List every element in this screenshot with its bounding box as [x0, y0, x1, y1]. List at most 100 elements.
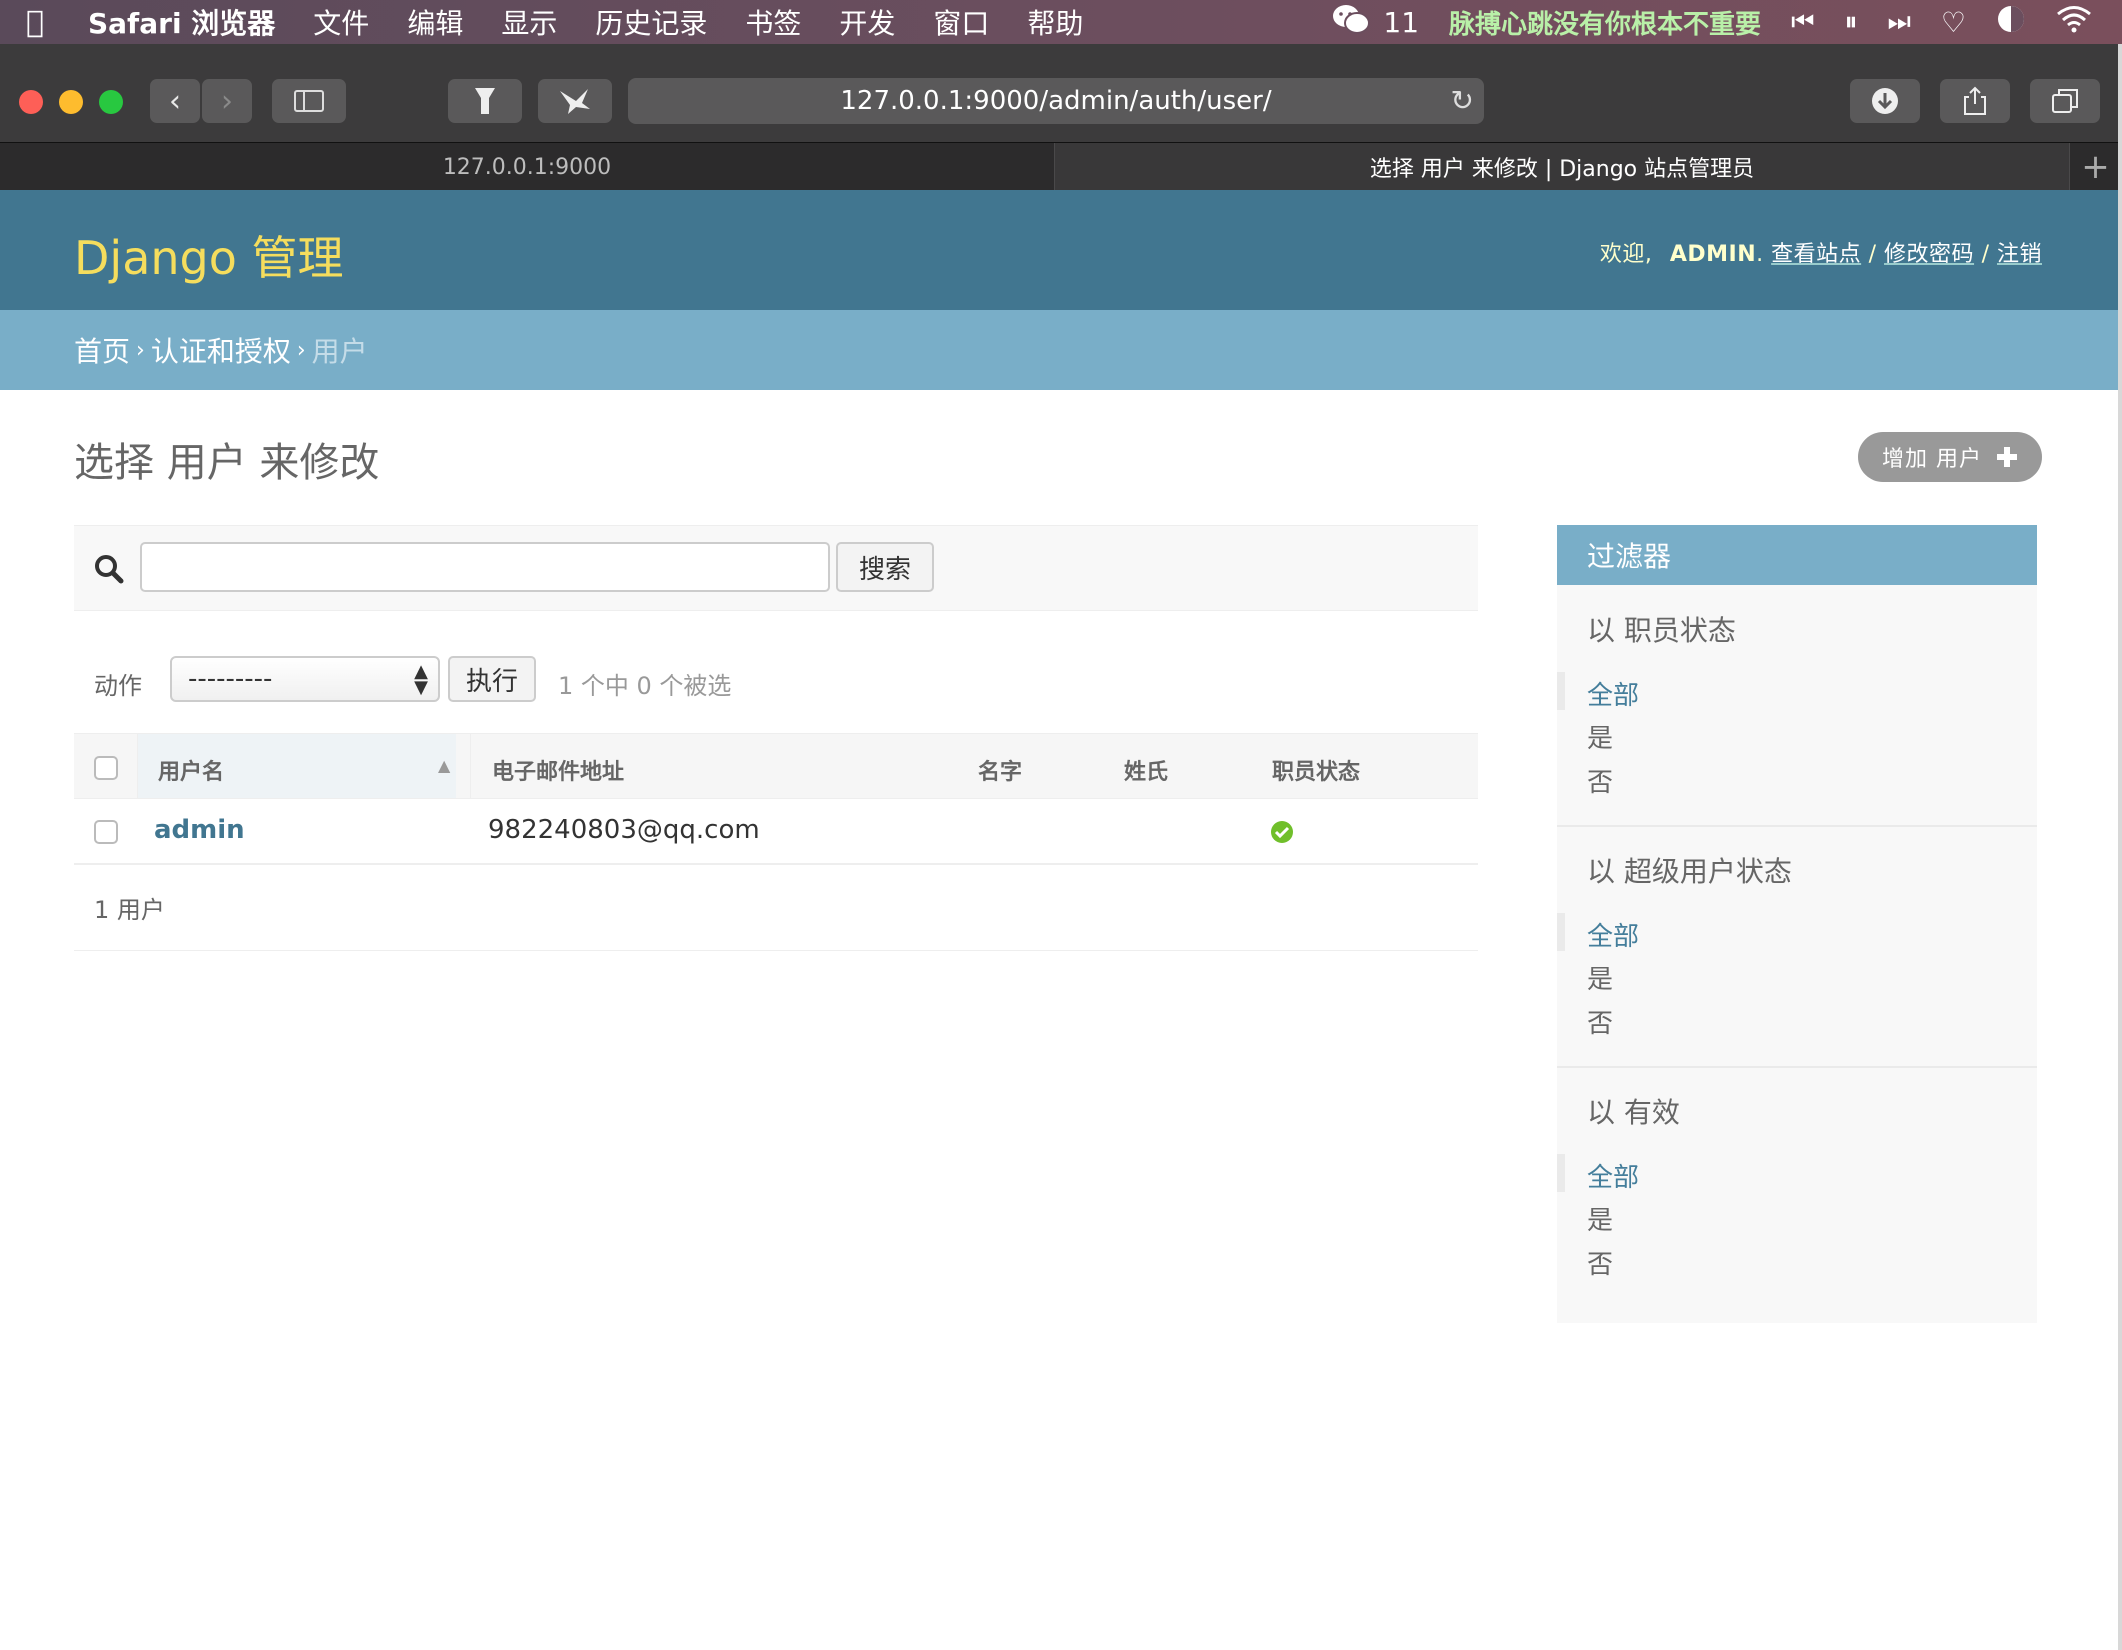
bird-icon: [560, 89, 590, 114]
close-window-button[interactable]: [19, 90, 43, 114]
column-header-staff-status[interactable]: 职员状态: [1272, 754, 1360, 786]
page-title: 选择 用户 来修改: [74, 440, 380, 486]
menu-window[interactable]: 窗口: [914, 2, 1008, 42]
results-table-header: 用户名 ▲ 电子邮件地址 名字 姓氏 职员状态: [74, 733, 1478, 799]
filter-superuser-yes[interactable]: 是: [1587, 959, 1613, 996]
sort-ascending-icon[interactable]: ▲: [438, 756, 450, 775]
menu-file[interactable]: 文件: [294, 2, 388, 42]
username-link[interactable]: admin: [154, 815, 245, 845]
pause-icon[interactable]: ⏸: [1844, 7, 1857, 38]
username: ADMIN: [1669, 242, 1757, 267]
extension-button-bird[interactable]: [538, 79, 612, 123]
share-icon: [1964, 86, 1986, 115]
menu-view[interactable]: 显示: [482, 2, 576, 42]
menubar:  Safari 浏览器 文件 编辑 显示 历史记录 书签 开发 窗口 帮助 1…: [0, 0, 2122, 44]
add-user-button[interactable]: 增加 用户: [1858, 432, 2042, 482]
selected-indicator: [1557, 1154, 1565, 1192]
filter-active-no[interactable]: 否: [1587, 1244, 1613, 1281]
filter-staff-all[interactable]: 全部: [1587, 675, 1639, 712]
table-row: admin 982240803@qq.com: [74, 799, 1478, 865]
wechat-icon[interactable]: [1331, 3, 1371, 42]
user-tools: 欢迎, ADMIN. 查看站点 / 修改密码 / 注销: [1599, 242, 2042, 267]
filter-superuser-no[interactable]: 否: [1587, 1003, 1613, 1040]
breadcrumb-current: 用户: [311, 335, 368, 368]
logout-link[interactable]: 注销: [1997, 242, 2042, 267]
column-header-first-name[interactable]: 名字: [978, 754, 1022, 786]
change-password-link[interactable]: 修改密码: [1884, 242, 1974, 267]
search-toolbar: 搜索: [74, 525, 1478, 611]
welcome-text: 欢迎,: [1599, 242, 1653, 267]
action-label: 动作: [94, 672, 142, 700]
tabs-overview-icon: [2052, 89, 2078, 113]
forward-button[interactable]: ›: [202, 79, 252, 123]
menu-develop[interactable]: 开发: [820, 2, 914, 42]
download-icon: [1872, 88, 1898, 114]
page-viewport: Django 管理 欢迎, ADMIN. 查看站点 / 修改密码 / 注销 首页…: [0, 190, 2118, 1650]
wifi-icon[interactable]: [2056, 5, 2092, 40]
filter-active-all[interactable]: 全部: [1587, 1157, 1639, 1194]
view-site-link[interactable]: 查看站点: [1771, 242, 1861, 267]
filter-active-yes[interactable]: 是: [1587, 1200, 1613, 1237]
search-button[interactable]: 搜索: [836, 542, 934, 592]
breadcrumb-auth[interactable]: 认证和授权: [151, 330, 291, 370]
sidebar-toggle-button[interactable]: [272, 79, 346, 123]
filter-staff-yes[interactable]: 是: [1587, 718, 1613, 755]
action-select[interactable]: --------- ▲ ▼: [170, 656, 440, 702]
tab-home[interactable]: 127.0.0.1:9000: [0, 143, 1055, 191]
back-button[interactable]: ‹: [150, 79, 200, 123]
menu-help[interactable]: 帮助: [1008, 2, 1102, 42]
heart-icon[interactable]: ♡: [1941, 6, 1966, 39]
column-header-email[interactable]: 电子邮件地址: [492, 754, 624, 786]
breadcrumb-separator: ›: [296, 337, 306, 363]
vpn-icon[interactable]: [1996, 4, 2026, 41]
reload-icon[interactable]: ↻: [1451, 84, 1474, 117]
filter-heading-superuser: 以 超级用户状态: [1587, 855, 1792, 888]
add-user-label: 增加 用户: [1882, 447, 1982, 472]
downloads-button[interactable]: [1850, 79, 1920, 123]
zoom-window-button[interactable]: [99, 90, 123, 114]
column-divider: [470, 734, 471, 798]
breadcrumb: 首页 › 认证和授权 › 用户: [0, 310, 2118, 390]
action-selected-value: ---------: [188, 664, 273, 694]
flashlight-icon: [475, 88, 495, 114]
menu-history[interactable]: 历史记录: [576, 2, 726, 42]
search-input[interactable]: [140, 542, 830, 592]
check-circle-icon: [1271, 821, 1293, 843]
menu-bookmarks[interactable]: 书签: [726, 2, 820, 42]
filter-title: 过滤器: [1557, 525, 2037, 585]
selected-indicator: [1557, 913, 1565, 951]
site-brand[interactable]: Django 管理: [74, 222, 344, 288]
next-track-icon[interactable]: ⏭: [1887, 7, 1910, 38]
plus-icon: [1997, 447, 2017, 467]
column-header-last-name[interactable]: 姓氏: [1124, 754, 1168, 786]
url-text: 127.0.0.1:9000/admin/auth/user/: [840, 86, 1272, 116]
extension-button-flashlight[interactable]: [448, 79, 522, 123]
filter-divider: [1557, 825, 2037, 827]
new-tab-button[interactable]: +: [2070, 143, 2122, 191]
chevron-left-icon: ‹: [169, 83, 181, 119]
tab-active[interactable]: 选择 用户 来修改 | Django 站点管理员: [1055, 143, 2070, 191]
apple-icon[interactable]: : [0, 5, 70, 40]
show-tabs-button[interactable]: [2030, 79, 2100, 123]
menu-app-name[interactable]: Safari 浏览器: [70, 2, 294, 42]
filter-heading-active: 以 有效: [1587, 1096, 1680, 1129]
previous-track-icon[interactable]: ⏮: [1791, 7, 1814, 38]
result-count: 1 用户: [74, 865, 1478, 951]
filter-staff-no[interactable]: 否: [1587, 762, 1613, 799]
breadcrumb-home[interactable]: 首页: [74, 330, 130, 370]
minimize-window-button[interactable]: [59, 90, 83, 114]
select-all-checkbox[interactable]: [94, 756, 118, 780]
email-cell: 982240803@qq.com: [488, 815, 760, 845]
separator: /: [1981, 242, 1990, 267]
go-button[interactable]: 执行: [448, 656, 536, 702]
breadcrumb-separator: ›: [136, 337, 145, 363]
browser-toolbar: ‹ › 127.0.0.1:9000/admin/auth/user/ ↻: [0, 44, 2122, 156]
column-header-username[interactable]: 用户名: [158, 754, 224, 786]
share-button[interactable]: [1940, 79, 2010, 123]
filter-superuser-all[interactable]: 全部: [1587, 916, 1639, 953]
select-arrows-icon: ▲ ▼: [414, 661, 428, 698]
row-checkbox[interactable]: [94, 820, 118, 844]
wechat-count: 11: [1383, 5, 1420, 39]
address-bar[interactable]: 127.0.0.1:9000/admin/auth/user/ ↻: [628, 78, 1484, 124]
menu-edit[interactable]: 编辑: [388, 2, 482, 42]
